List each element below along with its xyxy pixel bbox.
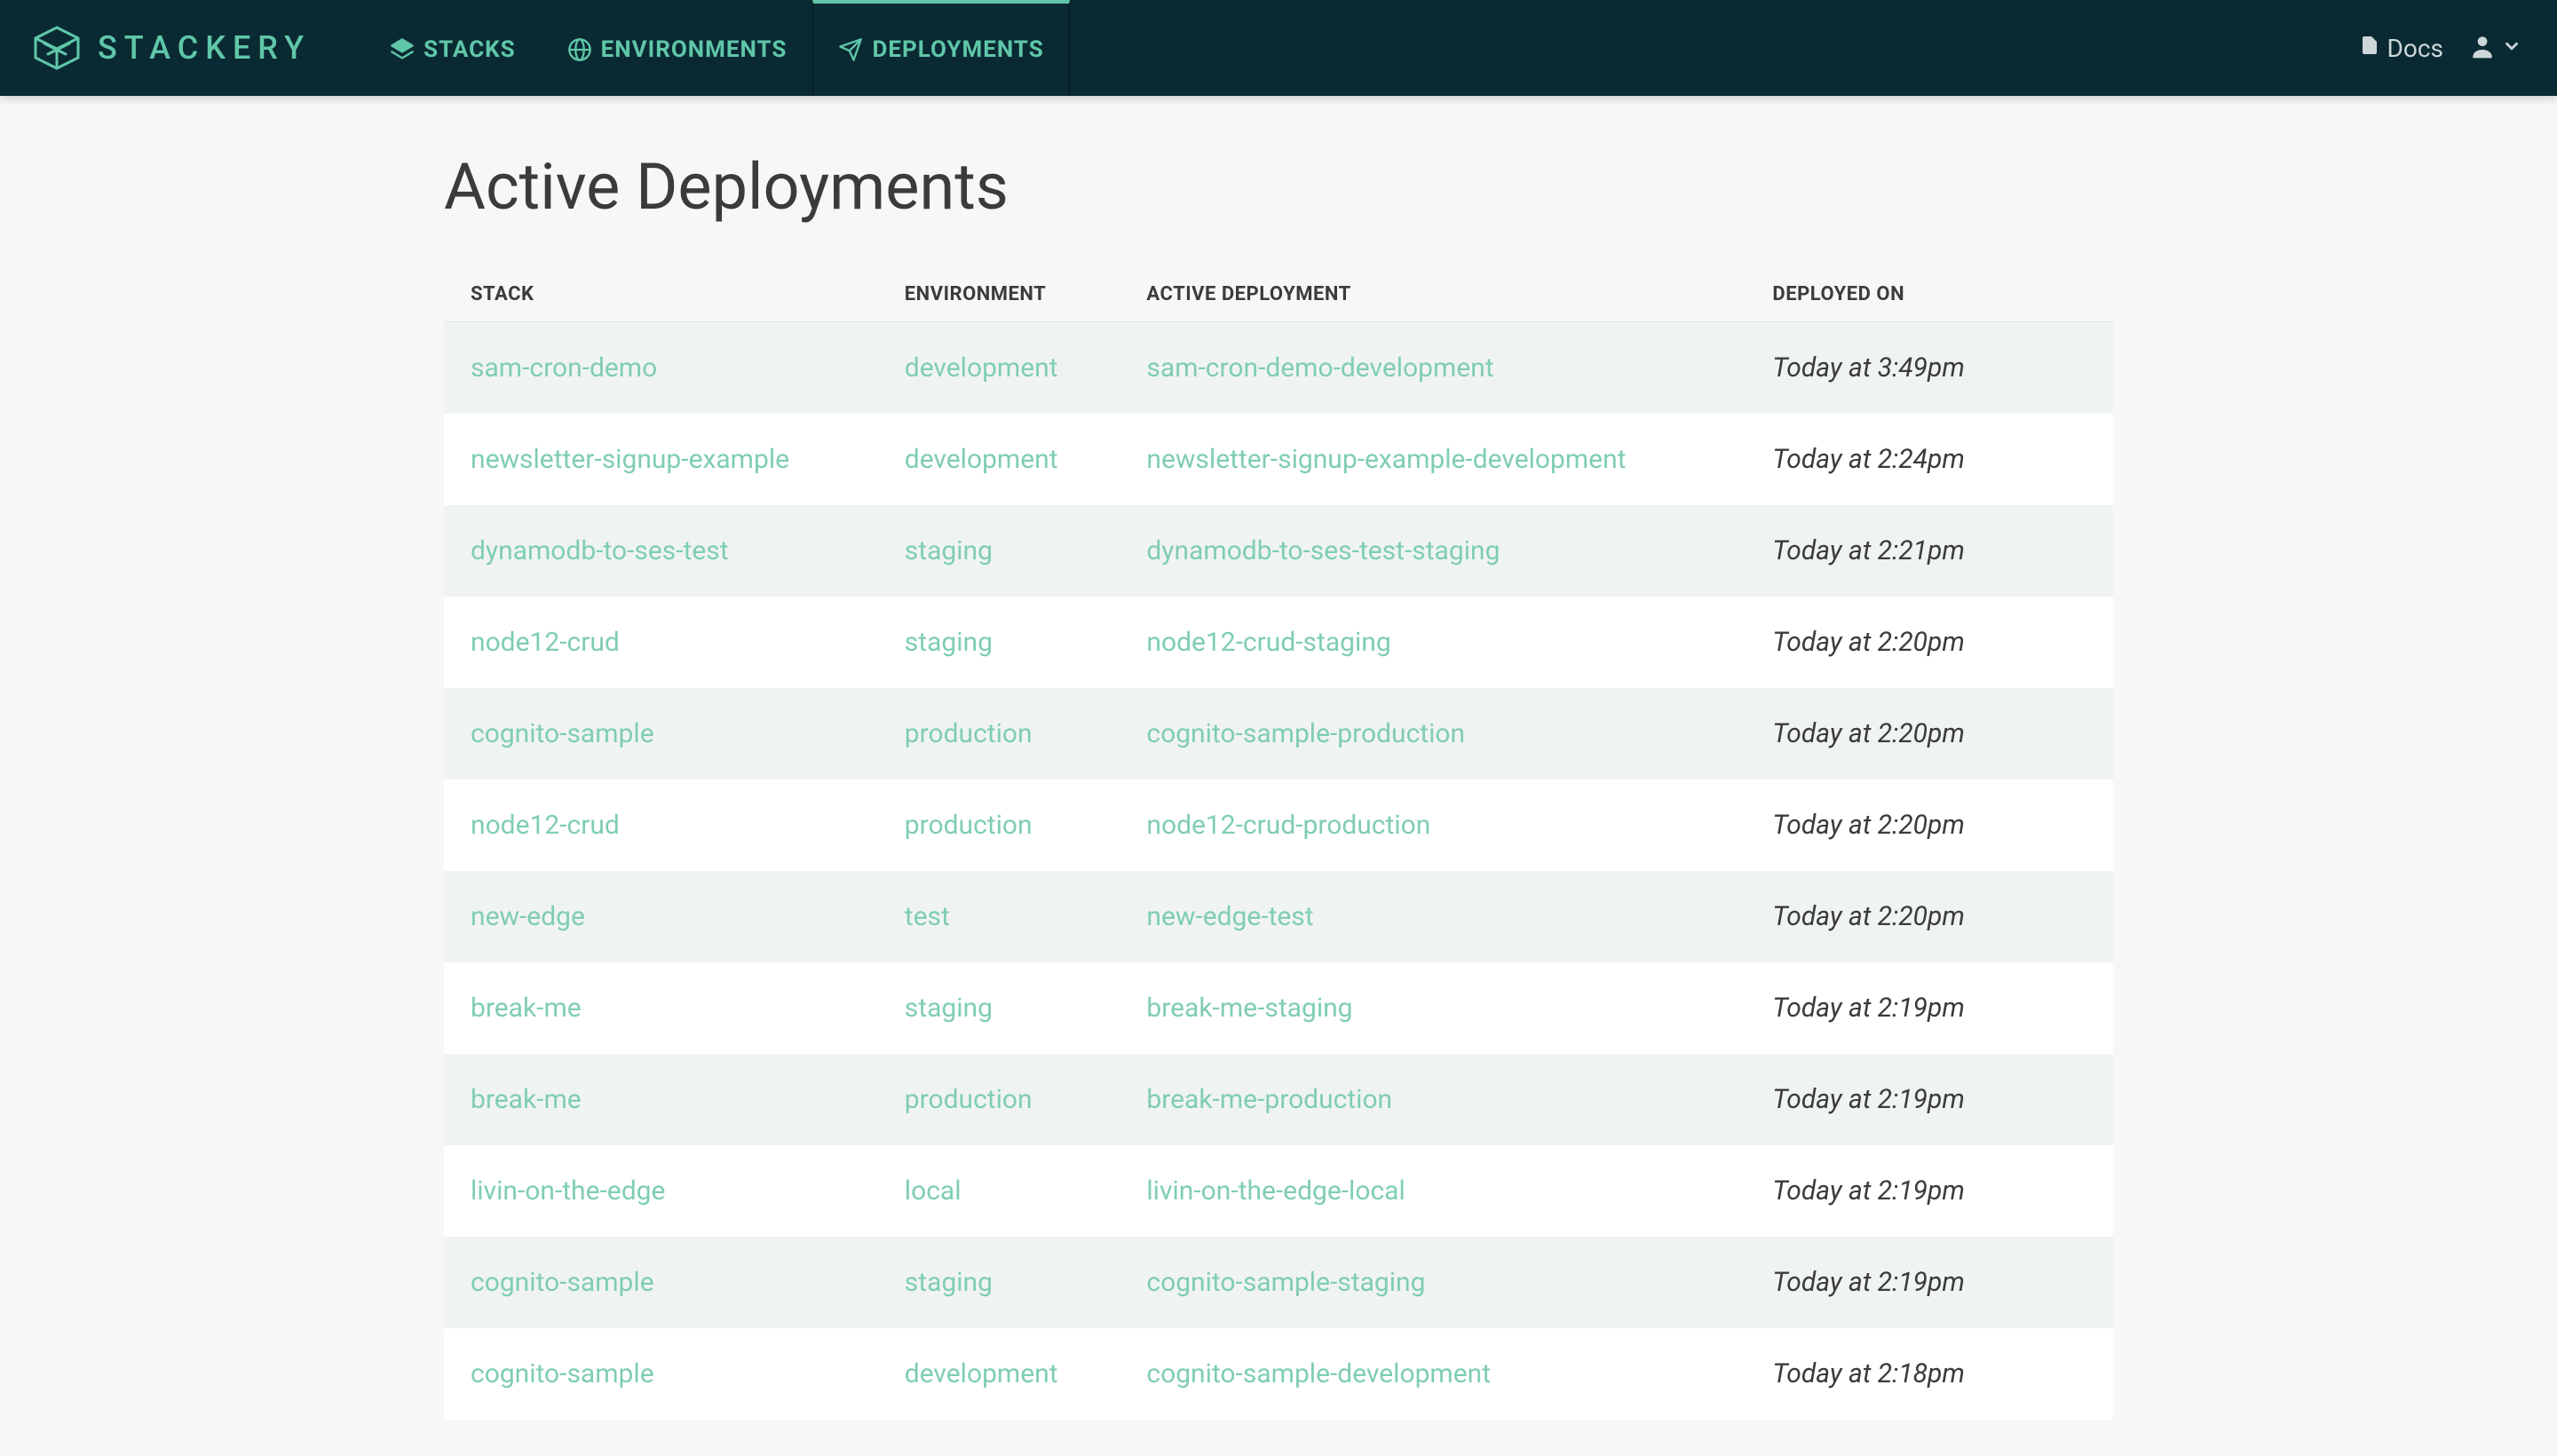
- stack-link[interactable]: cognito-sample: [444, 1328, 878, 1420]
- col-environment[interactable]: ENVIRONMENT: [878, 267, 1120, 322]
- nav-deployments[interactable]: DEPLOYMENTS: [812, 0, 1069, 96]
- stack-link[interactable]: node12-crud: [444, 779, 878, 871]
- main-content: Active Deployments STACK ENVIRONMENT ACT…: [213, 96, 2344, 1420]
- col-active-deployment[interactable]: ACTIVE DEPLOYMENT: [1120, 267, 1746, 322]
- deployments-table-wrap: STACK ENVIRONMENT ACTIVE DEPLOYMENT DEPL…: [444, 267, 2113, 1420]
- deployed-on: Today at 2:20pm: [1746, 688, 2113, 779]
- deployed-on: Today at 2:24pm: [1746, 414, 2113, 505]
- deployment-link[interactable]: break-me-production: [1120, 1054, 1746, 1145]
- primary-nav: STACKS ENVIRONMENTS DEPLOYMENTS: [364, 0, 1070, 96]
- topbar-right: Docs: [2359, 32, 2521, 64]
- environment-link[interactable]: staging: [878, 1237, 1120, 1328]
- stack-link[interactable]: dynamodb-to-ses-test: [444, 505, 878, 597]
- deployed-on: Today at 2:18pm: [1746, 1328, 2113, 1420]
- docs-label: Docs: [2387, 34, 2443, 63]
- stack-link[interactable]: cognito-sample: [444, 688, 878, 779]
- deployment-link[interactable]: break-me-staging: [1120, 962, 1746, 1054]
- deployment-link[interactable]: cognito-sample-staging: [1120, 1237, 1746, 1328]
- col-stack[interactable]: STACK: [444, 267, 878, 322]
- send-icon: [838, 37, 863, 62]
- deployed-on: Today at 2:19pm: [1746, 962, 2113, 1054]
- environment-link[interactable]: production: [878, 779, 1120, 871]
- environment-link[interactable]: local: [878, 1145, 1120, 1237]
- environment-link[interactable]: staging: [878, 962, 1120, 1054]
- table-row: newsletter-signup-exampledevelopmentnews…: [444, 414, 2113, 505]
- environment-link[interactable]: development: [878, 1328, 1120, 1420]
- document-icon: [2359, 33, 2380, 64]
- deployment-link[interactable]: new-edge-test: [1120, 871, 1746, 962]
- table-row: break-mestagingbreak-me-stagingToday at …: [444, 962, 2113, 1054]
- deployments-table: STACK ENVIRONMENT ACTIVE DEPLOYMENT DEPL…: [444, 267, 2113, 1420]
- table-row: node12-crudstagingnode12-crud-stagingTod…: [444, 597, 2113, 688]
- table-row: cognito-sampledevelopmentcognito-sample-…: [444, 1328, 2113, 1420]
- table-row: livin-on-the-edgelocallivin-on-the-edge-…: [444, 1145, 2113, 1237]
- stack-link[interactable]: new-edge: [444, 871, 878, 962]
- deployed-on: Today at 2:19pm: [1746, 1237, 2113, 1328]
- deployed-on: Today at 2:19pm: [1746, 1054, 2113, 1145]
- environment-link[interactable]: development: [878, 414, 1120, 505]
- chevron-down-icon: [2502, 36, 2521, 59]
- stack-link[interactable]: break-me: [444, 962, 878, 1054]
- deployed-on: Today at 2:21pm: [1746, 505, 2113, 597]
- environment-link[interactable]: production: [878, 688, 1120, 779]
- nav-label: ENVIRONMENTS: [601, 36, 788, 63]
- nav-label: STACKS: [424, 36, 516, 63]
- table-row: node12-crudproductionnode12-crud-product…: [444, 779, 2113, 871]
- environment-link[interactable]: staging: [878, 505, 1120, 597]
- stack-link[interactable]: cognito-sample: [444, 1237, 878, 1328]
- stack-link[interactable]: node12-crud: [444, 597, 878, 688]
- environment-link[interactable]: test: [878, 871, 1120, 962]
- table-row: sam-cron-demodevelopmentsam-cron-demo-de…: [444, 322, 2113, 415]
- user-menu[interactable]: [2468, 32, 2521, 64]
- stack-link[interactable]: sam-cron-demo: [444, 322, 878, 415]
- topbar: STACKERY STACKS ENVIRONMENTS: [0, 0, 2557, 96]
- deployment-link[interactable]: livin-on-the-edge-local: [1120, 1145, 1746, 1237]
- brand-logo[interactable]: STACKERY: [32, 25, 311, 71]
- stackery-logo-icon: [32, 25, 82, 71]
- environment-link[interactable]: development: [878, 322, 1120, 415]
- table-row: cognito-sampleproductioncognito-sample-p…: [444, 688, 2113, 779]
- stack-link[interactable]: livin-on-the-edge: [444, 1145, 878, 1237]
- page-title: Active Deployments: [444, 149, 2344, 225]
- stack-link[interactable]: newsletter-signup-example: [444, 414, 878, 505]
- nav-stacks[interactable]: STACKS: [364, 0, 542, 96]
- nav-label: DEPLOYMENTS: [872, 36, 1043, 63]
- deployment-link[interactable]: newsletter-signup-example-development: [1120, 414, 1746, 505]
- table-row: new-edgetestnew-edge-testToday at 2:20pm: [444, 871, 2113, 962]
- deployment-link[interactable]: node12-crud-staging: [1120, 597, 1746, 688]
- deployed-on: Today at 2:19pm: [1746, 1145, 2113, 1237]
- globe-icon: [567, 37, 592, 62]
- layers-icon: [390, 37, 415, 62]
- table-row: dynamodb-to-ses-teststagingdynamodb-to-s…: [444, 505, 2113, 597]
- deployment-link[interactable]: cognito-sample-development: [1120, 1328, 1746, 1420]
- deployment-link[interactable]: dynamodb-to-ses-test-staging: [1120, 505, 1746, 597]
- environment-link[interactable]: production: [878, 1054, 1120, 1145]
- stack-link[interactable]: break-me: [444, 1054, 878, 1145]
- nav-environments[interactable]: ENVIRONMENTS: [542, 0, 813, 96]
- docs-link[interactable]: Docs: [2359, 33, 2443, 64]
- deployment-link[interactable]: cognito-sample-production: [1120, 688, 1746, 779]
- deployed-on: Today at 2:20pm: [1746, 779, 2113, 871]
- col-deployed-on[interactable]: DEPLOYED ON: [1746, 267, 2113, 322]
- table-header-row: STACK ENVIRONMENT ACTIVE DEPLOYMENT DEPL…: [444, 267, 2113, 322]
- deployed-on: Today at 2:20pm: [1746, 871, 2113, 962]
- table-row: cognito-samplestagingcognito-sample-stag…: [444, 1237, 2113, 1328]
- environment-link[interactable]: staging: [878, 597, 1120, 688]
- deployed-on: Today at 3:49pm: [1746, 322, 2113, 415]
- user-icon: [2468, 32, 2497, 64]
- brand-name: STACKERY: [98, 29, 311, 67]
- deployed-on: Today at 2:20pm: [1746, 597, 2113, 688]
- deployment-link[interactable]: node12-crud-production: [1120, 779, 1746, 871]
- table-row: break-meproductionbreak-me-productionTod…: [444, 1054, 2113, 1145]
- deployment-link[interactable]: sam-cron-demo-development: [1120, 322, 1746, 415]
